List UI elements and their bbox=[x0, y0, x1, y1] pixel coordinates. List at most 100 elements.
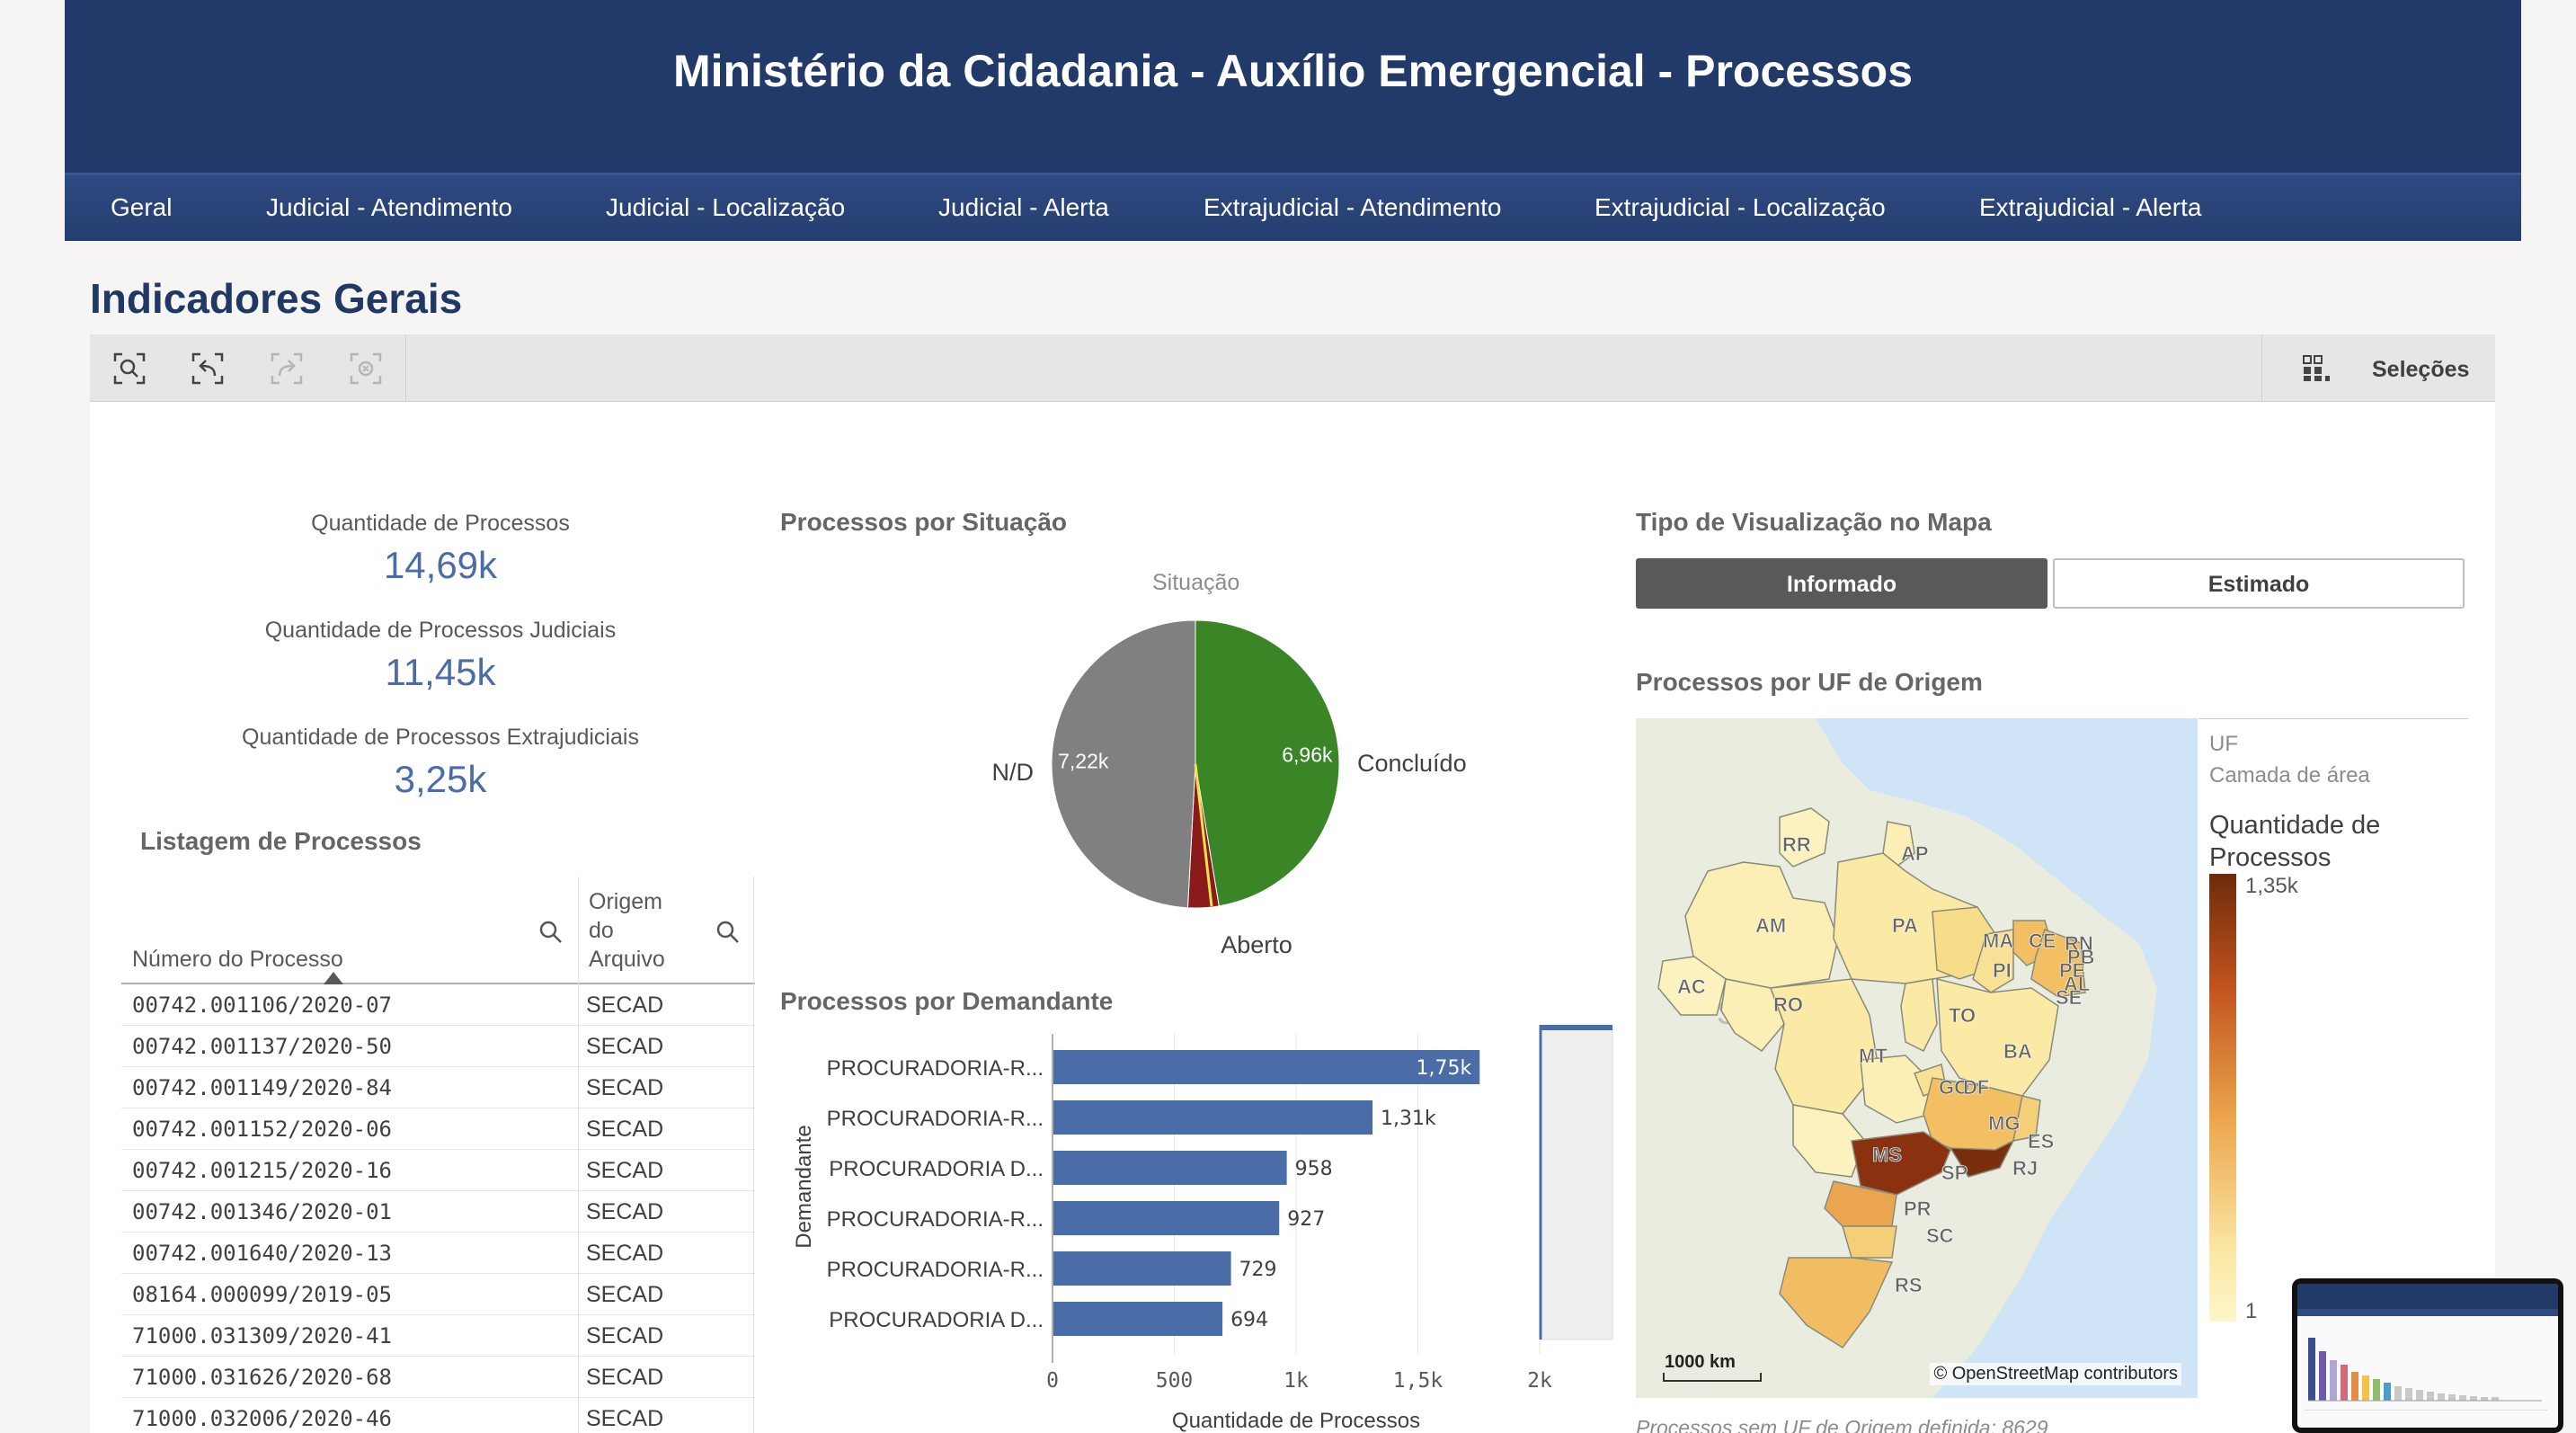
legend-field: UF bbox=[2209, 732, 2238, 756]
table-row[interactable]: 71000.031309/2020-41 SECAD bbox=[121, 1315, 755, 1357]
state-label: AC bbox=[1677, 975, 1706, 998]
chart-scrollbar[interactable] bbox=[1540, 1025, 1613, 1340]
cell-origem[interactable]: SECAD bbox=[586, 1241, 663, 1267]
step-back-icon[interactable] bbox=[190, 351, 226, 387]
bar-category-label[interactable]: PROCURADORIA-R... bbox=[827, 1207, 1044, 1232]
table-row[interactable]: 00742.001346/2020-01 SECAD bbox=[121, 1191, 755, 1233]
cell-origem[interactable]: SECAD bbox=[586, 1034, 663, 1060]
cell-origem[interactable]: SECAD bbox=[586, 992, 663, 1019]
selections-button[interactable]: Seleções bbox=[2261, 334, 2495, 402]
kpi-total-processos[interactable]: Quantidade de Processos 14,69k bbox=[117, 511, 764, 587]
bar[interactable] bbox=[1053, 1201, 1280, 1235]
nav-extrajudicial-alerta[interactable]: Extrajudicial - Alerta bbox=[1979, 193, 2201, 222]
bar[interactable] bbox=[1053, 1151, 1287, 1185]
state-label: SP bbox=[1941, 1162, 1968, 1184]
toggle-informado[interactable]: Informado bbox=[1636, 558, 2047, 609]
sort-asc-icon bbox=[324, 972, 343, 984]
clear-selections-icon[interactable] bbox=[348, 351, 384, 387]
nav-judicial-localizacao[interactable]: Judicial - Localização bbox=[606, 193, 845, 222]
scrollbar-thumb[interactable] bbox=[1541, 1025, 1612, 1030]
table-row[interactable]: 00742.001137/2020-50 SECAD bbox=[121, 1026, 755, 1067]
sheet-thumbnail[interactable] bbox=[2292, 1278, 2563, 1433]
bar[interactable] bbox=[1053, 1251, 1231, 1286]
smart-search-icon[interactable] bbox=[111, 351, 147, 387]
cell-origem[interactable]: SECAD bbox=[586, 1406, 663, 1432]
thumbnail-preview bbox=[2297, 1284, 2558, 1428]
top-navigation: Geral Judicial - Atendimento Judicial - … bbox=[65, 173, 2521, 241]
cell-numero[interactable]: 00742.001106/2020-07 bbox=[132, 992, 392, 1018]
cell-origem[interactable]: SECAD bbox=[586, 1199, 663, 1225]
cell-numero[interactable]: 71000.031626/2020-68 bbox=[132, 1365, 392, 1390]
brazil-map[interactable]: SO RRAPAMPAMACERNPBPEALSEPIACROTOBAMTGOD… bbox=[1636, 718, 2198, 1398]
state-label: ES bbox=[2028, 1130, 2054, 1153]
cell-origem[interactable]: SECAD bbox=[586, 1282, 663, 1308]
state-sc[interactable] bbox=[1842, 1225, 1897, 1259]
state-label: RJ bbox=[2012, 1157, 2038, 1179]
kpi-processos-extrajudiciais[interactable]: Quantidade de Processos Extrajudiciais 3… bbox=[117, 725, 764, 801]
listing-title: Listagem de Processos bbox=[140, 827, 422, 855]
cell-numero[interactable]: 00742.001152/2020-06 bbox=[132, 1117, 392, 1142]
cell-origem[interactable]: SECAD bbox=[586, 1158, 663, 1184]
bar-category-label[interactable]: PROCURADORIA-R... bbox=[827, 1056, 1044, 1081]
nav-extrajudicial-localizacao[interactable]: Extrajudicial - Localização bbox=[1594, 193, 1886, 222]
bar[interactable] bbox=[1053, 1302, 1223, 1336]
map-attribution[interactable]: © OpenStreetMap contributors bbox=[1930, 1363, 2181, 1385]
nav-judicial-alerta[interactable]: Judicial - Alerta bbox=[938, 193, 1109, 222]
cell-origem[interactable]: SECAD bbox=[586, 1075, 663, 1101]
kpi-processos-judiciais[interactable]: Quantidade de Processos Judiciais 11,45k bbox=[117, 618, 764, 694]
bar-category-label[interactable]: PROCURADORIA-R... bbox=[827, 1107, 1044, 1131]
bar-category-label[interactable]: PROCURADORIA D... bbox=[829, 1308, 1044, 1332]
pie-value-label: 7,22k bbox=[1058, 750, 1109, 773]
cell-origem[interactable]: SECAD bbox=[586, 1117, 663, 1143]
pie-chart[interactable]: 6,96k Concluído Aberto 7,22k N/D bbox=[971, 620, 1510, 980]
table-row[interactable]: 00742.001640/2020-13 SECAD bbox=[121, 1233, 755, 1274]
state-label: MT bbox=[1859, 1045, 1888, 1067]
bar-category-label[interactable]: PROCURADORIA D... bbox=[829, 1157, 1044, 1181]
cell-numero[interactable]: 00742.001149/2020-84 bbox=[132, 1075, 392, 1100]
cell-numero[interactable]: 00742.001137/2020-50 bbox=[132, 1034, 392, 1059]
bar[interactable] bbox=[1053, 1100, 1373, 1135]
table-row[interactable]: 00742.001149/2020-84 SECAD bbox=[121, 1067, 755, 1108]
cell-origem[interactable]: SECAD bbox=[586, 1323, 663, 1349]
kpi-value: 3,25k bbox=[394, 758, 487, 800]
table-row[interactable]: 08164.000099/2019-05 SECAD bbox=[121, 1274, 755, 1315]
cell-numero[interactable]: 00742.001215/2020-16 bbox=[132, 1158, 392, 1183]
map-view[interactable]: SO RRAPAMPAMACERNPBPEALSEPIACROTOBAMTGOD… bbox=[1636, 718, 2198, 1398]
column-header-origem[interactable]: Origem do Arquivo bbox=[578, 877, 755, 984]
legend-layer: Camada de área bbox=[2209, 763, 2370, 788]
cell-origem[interactable]: SECAD bbox=[586, 1365, 663, 1391]
toggle-estimado[interactable]: Estimado bbox=[2053, 558, 2465, 609]
search-icon[interactable] bbox=[715, 920, 741, 945]
bar-category-label[interactable]: PROCURADORIA-R... bbox=[827, 1258, 1044, 1282]
table-row[interactable]: 71000.032006/2020-46 SECAD bbox=[121, 1398, 755, 1433]
table-row[interactable]: 00742.001152/2020-06 SECAD bbox=[121, 1108, 755, 1150]
selections-grid-icon bbox=[2303, 355, 2330, 381]
nav-judicial-atendimento[interactable]: Judicial - Atendimento bbox=[266, 193, 512, 222]
cell-numero[interactable]: 08164.000099/2019-05 bbox=[132, 1282, 392, 1307]
legend-min: 1 bbox=[2245, 1299, 2258, 1323]
cell-numero[interactable]: 71000.032006/2020-46 bbox=[132, 1406, 392, 1431]
pie-slice-name: N/D bbox=[992, 759, 1035, 786]
cell-numero[interactable]: 71000.031309/2020-41 bbox=[132, 1323, 392, 1348]
table-row[interactable]: 71000.031626/2020-68 SECAD bbox=[121, 1357, 755, 1398]
state-label: MA bbox=[1983, 930, 2013, 952]
column-header-numero[interactable]: Número do Processo bbox=[121, 877, 578, 984]
nav-geral[interactable]: Geral bbox=[111, 193, 172, 222]
state-label: SC bbox=[1926, 1224, 1954, 1247]
map-toggle-title: Tipo de Visualização no Mapa bbox=[1636, 508, 1992, 536]
state-label: RS bbox=[1895, 1274, 1923, 1296]
cell-numero[interactable]: 00742.001346/2020-01 bbox=[132, 1199, 392, 1224]
x-tick-label: 0 bbox=[1046, 1369, 1059, 1393]
search-icon[interactable] bbox=[538, 920, 564, 945]
cell-numero[interactable]: 00742.001640/2020-13 bbox=[132, 1241, 392, 1266]
step-forward-icon[interactable] bbox=[269, 351, 305, 387]
state-label: CE bbox=[2029, 930, 2056, 952]
legend-max: 1,35k bbox=[2245, 874, 2298, 898]
nav-extrajudicial-atendimento[interactable]: Extrajudicial - Atendimento bbox=[1204, 193, 1502, 222]
table-row[interactable]: 00742.001215/2020-16 SECAD bbox=[121, 1150, 755, 1191]
bar-chart[interactable]: 0 500 1k 1,5k 2k 1,75k PROCURADORIA-R... 1,31k P… bbox=[780, 1025, 1616, 1433]
page-title: Indicadores Gerais bbox=[90, 275, 463, 322]
pie-legend-title: Situação bbox=[1152, 570, 1240, 595]
table-row[interactable]: 00742.001106/2020-07 SECAD bbox=[121, 984, 755, 1026]
table-scroll-edge[interactable] bbox=[753, 877, 754, 1433]
